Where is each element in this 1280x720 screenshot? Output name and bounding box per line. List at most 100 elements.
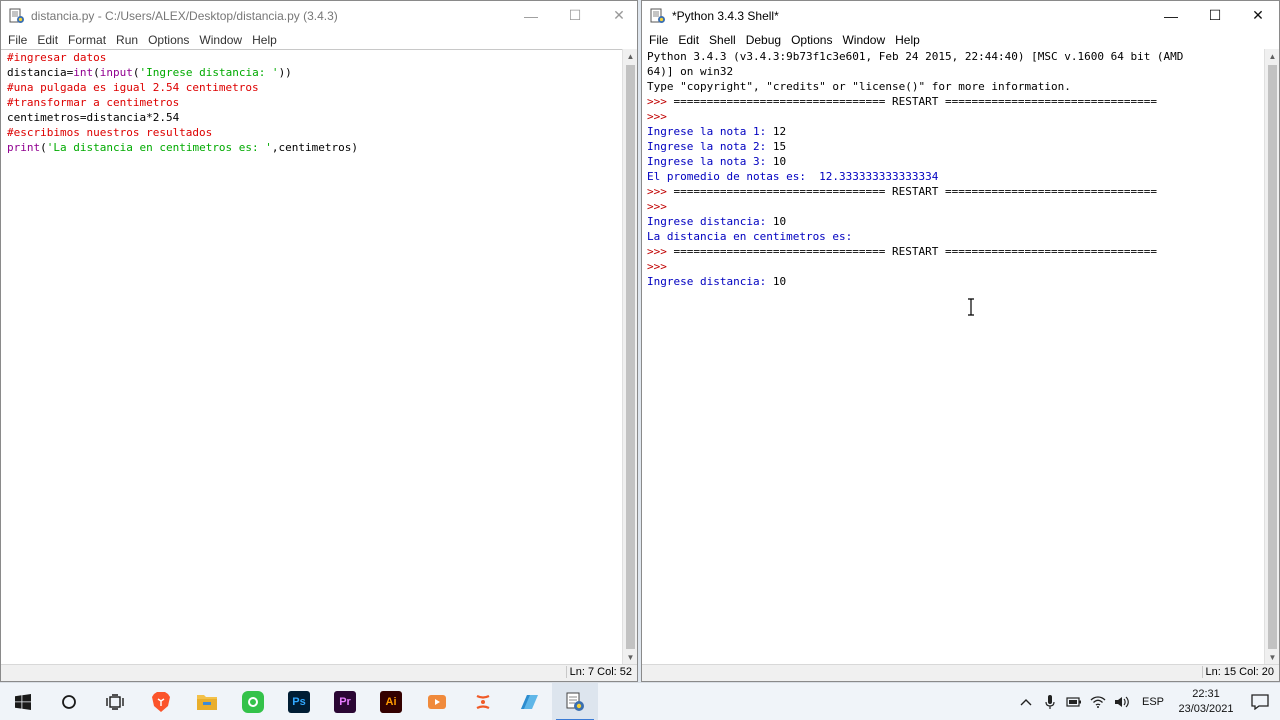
menu-file[interactable]: File (3, 33, 32, 47)
maximize-button[interactable]: ☐ (553, 1, 597, 30)
default-token: Python 3.4.3 (v3.4.3:9b73f1c3e601, Feb 2… (647, 50, 1184, 63)
code-line: print('La distancia en centimetros es: '… (7, 140, 623, 155)
idle-file-icon (9, 8, 25, 24)
shell-line: Ingrese la nota 1: 12 (647, 124, 1264, 139)
shell-window[interactable]: *Python 3.4.3 Shell* — ☐ ✕ File Edit She… (641, 0, 1280, 682)
windows-start-icon[interactable] (0, 683, 46, 720)
volume-icon[interactable] (1111, 683, 1133, 720)
menu-window[interactable]: Window (194, 33, 247, 47)
default-token: 12 (772, 125, 787, 138)
wifi-icon[interactable] (1087, 683, 1109, 720)
menu-file[interactable]: File (644, 33, 673, 47)
prompt-token: >>> (647, 200, 667, 213)
battery-icon[interactable] (1063, 683, 1085, 720)
menu-options[interactable]: Options (143, 33, 194, 47)
string-token: 'Ingrese distancia: ' (139, 66, 279, 79)
default-token: ================================ RESTART… (673, 245, 1157, 258)
default-token: )) (278, 66, 292, 79)
input-language[interactable]: ESP (1142, 696, 1164, 708)
close-button[interactable]: ✕ (597, 1, 637, 30)
string-token: 'La distancia en centimetros es: ' (46, 141, 272, 154)
desktop: distancia.py - C:/Users/ALEX/Desktop/dis… (0, 0, 1280, 720)
clock-time: 22:31 (1192, 688, 1220, 700)
menu-help[interactable]: Help (247, 33, 282, 47)
scroll-down-arrow-icon[interactable]: ▼ (623, 650, 637, 665)
editor-title: distancia.py - C:/Users/ALEX/Desktop/dis… (31, 8, 338, 23)
system-tray: ESP 22:31 23/03/2021 (1014, 683, 1280, 720)
stdout-token: La distancia en centimetros es: (647, 230, 853, 243)
azure-data-studio-icon[interactable] (506, 683, 552, 720)
default-token: ,centimetros) (271, 141, 359, 154)
editor-scrollbar[interactable]: ▲ ▼ (622, 49, 637, 665)
cortana-search-icon[interactable] (46, 683, 92, 720)
scroll-up-arrow-icon[interactable]: ▲ (1265, 49, 1279, 64)
default-token: centimetros=distancia*2.54 (7, 111, 180, 124)
editor-window[interactable]: distancia.py - C:/Users/ALEX/Desktop/dis… (0, 0, 638, 682)
default-token: distancia= (7, 66, 74, 79)
scroll-up-arrow-icon[interactable]: ▲ (623, 49, 637, 64)
maximize-button[interactable]: ☐ (1193, 1, 1237, 30)
chevron-up-icon[interactable] (1015, 683, 1037, 720)
shell-line: Type "copyright", "credits" or "license(… (647, 79, 1264, 94)
illustrator-icon[interactable]: Ai (368, 683, 414, 720)
menu-debug[interactable]: Debug (741, 33, 786, 47)
media-player-icon[interactable] (414, 683, 460, 720)
premiere-icon[interactable]: Pr (322, 683, 368, 720)
shell-line: >>> ================================ RES… (647, 184, 1264, 199)
scroll-thumb[interactable] (626, 65, 635, 649)
minimize-button[interactable]: — (509, 1, 553, 30)
file-explorer-icon[interactable] (184, 683, 230, 720)
code-line: #transformar a centimetros (7, 95, 623, 110)
prompt-token: >>> (647, 260, 667, 273)
shell-line: Python 3.4.3 (v3.4.3:9b73f1c3e601, Feb 2… (647, 49, 1264, 64)
code-line: #ingresar datos (7, 50, 623, 65)
default-token: ================================ RESTART… (673, 185, 1157, 198)
comment-token: #una pulgada es igual 2.54 centimetros (7, 81, 259, 94)
menu-shell[interactable]: Shell (704, 33, 741, 47)
notifications-icon[interactable] (1240, 683, 1280, 720)
menu-edit[interactable]: Edit (32, 33, 63, 47)
prompt-token: >>> (647, 95, 674, 108)
photoshop-icon[interactable]: Ps (276, 683, 322, 720)
editor-statusbar: Ln: 7 Col: 52 (1, 664, 637, 681)
menu-options[interactable]: Options (786, 33, 837, 47)
menu-format[interactable]: Format (63, 33, 111, 47)
minimize-button[interactable]: — (1149, 1, 1193, 30)
menu-edit[interactable]: Edit (673, 33, 704, 47)
python-idle-icon[interactable] (552, 682, 598, 720)
code-editor[interactable]: #ingresar datos distancia=int(input('Ingr… (1, 49, 623, 665)
code-line: #una pulgada es igual 2.54 centimetros (7, 80, 623, 95)
shell-output[interactable]: Python 3.4.3 (v3.4.3:9b73f1c3e601, Feb 2… (642, 49, 1264, 665)
close-button[interactable]: ✕ (1236, 1, 1279, 30)
scroll-thumb[interactable] (1268, 65, 1277, 649)
prompt-token: >>> (647, 245, 674, 258)
green-app-icon[interactable] (230, 683, 276, 720)
shell-line: Ingrese la nota 2: 15 (647, 139, 1264, 154)
default-token: 64)] on win32 (647, 65, 734, 78)
text-cursor-icon (968, 298, 974, 316)
shell-titlebar[interactable]: *Python 3.4.3 Shell* — ☐ ✕ (642, 1, 1279, 30)
menu-window[interactable]: Window (837, 33, 890, 47)
shell-title: *Python 3.4.3 Shell* (672, 8, 779, 23)
builtin-token: input (99, 66, 133, 79)
microphone-icon[interactable] (1039, 683, 1061, 720)
shell-scrollbar[interactable]: ▲ ▼ (1264, 49, 1279, 665)
stdout-token: Ingrese la nota 3: (647, 155, 773, 168)
code-line: centimetros=distancia*2.54 (7, 110, 623, 125)
editor-titlebar[interactable]: distancia.py - C:/Users/ALEX/Desktop/dis… (1, 1, 637, 30)
clock[interactable]: 22:31 23/03/2021 (1172, 687, 1240, 717)
code-line: #escribimos nuestros resultados (7, 125, 623, 140)
git-app-icon[interactable] (460, 683, 506, 720)
menu-help[interactable]: Help (890, 33, 925, 47)
comment-token: #transformar a centimetros (7, 96, 180, 109)
scroll-down-arrow-icon[interactable]: ▼ (1265, 650, 1279, 665)
stdout-token: Ingrese la nota 2: (647, 140, 773, 153)
menu-run[interactable]: Run (111, 33, 143, 47)
task-view-icon[interactable] (92, 683, 138, 720)
shell-statusbar: Ln: 15 Col: 20 (642, 664, 1279, 681)
brave-browser-icon[interactable] (138, 683, 184, 720)
cursor-position: Ln: 15 Col: 20 (1201, 666, 1278, 678)
shell-menubar: File Edit Shell Debug Options Window Hel… (642, 30, 1279, 49)
code-line: distancia=int(input('Ingrese distancia: … (7, 65, 623, 80)
builtin-token: int (73, 66, 94, 79)
